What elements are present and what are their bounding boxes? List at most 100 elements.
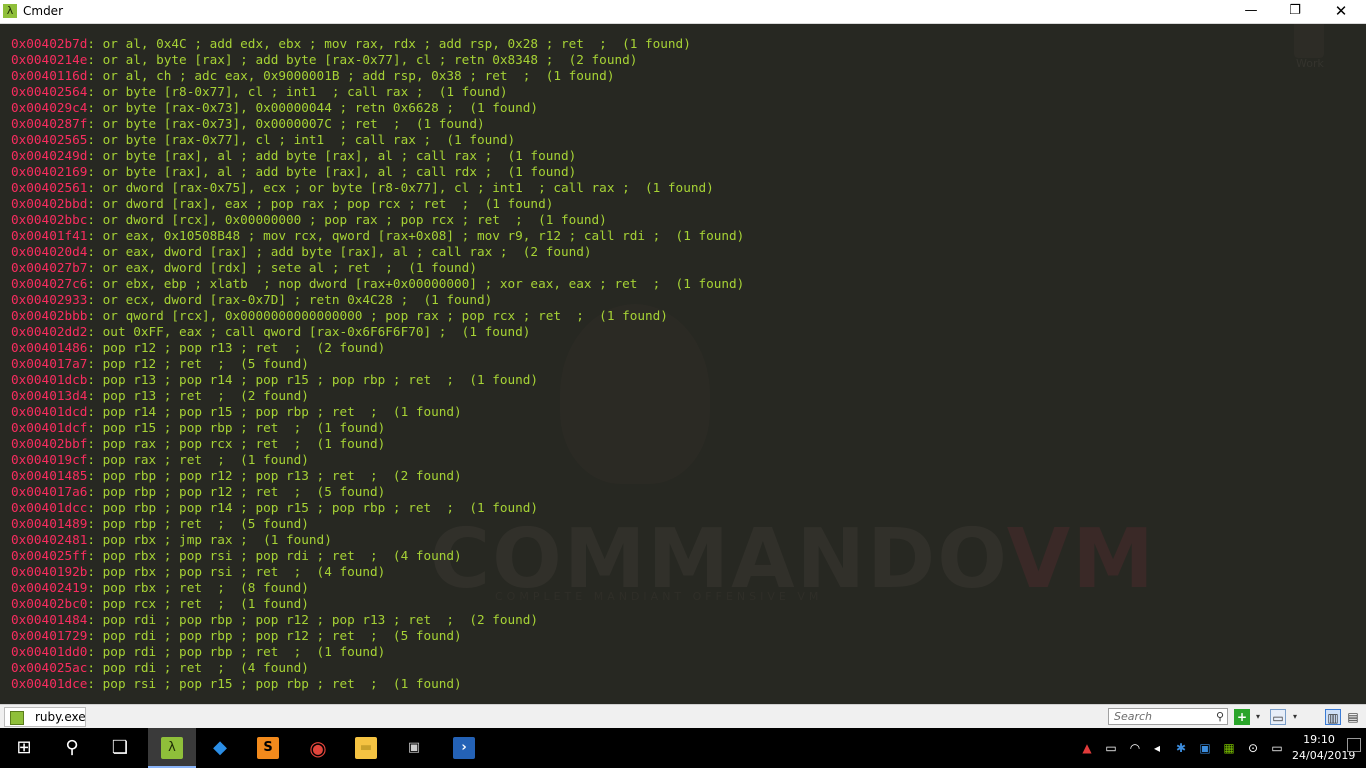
address-separator: :: [87, 484, 103, 499]
tray-app-icon[interactable]: ▣: [1194, 728, 1216, 768]
gadget-instructions: pop r13 ; ret ; (2 found): [102, 388, 309, 403]
gadget-address: 0x0040116d: [11, 68, 88, 83]
gadget-instructions: pop rdi ; pop rbp ; pop r12 ; pop r13 ; …: [102, 612, 539, 627]
gadget-address: 0x00402481: [11, 532, 88, 547]
address-separator: :: [87, 548, 103, 563]
gadget-address: 0x00402565: [11, 132, 88, 147]
search-icon[interactable]: ⚲: [1216, 710, 1224, 723]
address-separator: :: [87, 644, 103, 659]
tabs-dropdown-icon[interactable]: ▾: [1287, 709, 1303, 725]
gadget-address: 0x00401489: [11, 516, 88, 531]
address-separator: :: [87, 324, 103, 339]
address-separator: :: [87, 212, 103, 227]
gadget-instructions: or qword [rcx], 0x0000000000000000 ; pop…: [102, 308, 668, 323]
gadget-address: 0x00402dd2: [11, 324, 88, 339]
taskbar-vscode[interactable]: ◆: [196, 728, 244, 768]
split-horizontal-icon[interactable]: ▤: [1345, 709, 1361, 725]
address-separator: :: [87, 420, 103, 435]
tabs-list-icon[interactable]: ▭: [1270, 709, 1286, 725]
tray-device-icon[interactable]: ▭: [1100, 728, 1122, 768]
taskbar-powershell[interactable]: ›: [440, 728, 488, 768]
minimize-button[interactable]: —: [1228, 0, 1274, 23]
wifi-icon[interactable]: ◠: [1124, 728, 1146, 768]
terminal-line: 0x00401486: pop r12 ; pop r13 ; ret ; (2…: [11, 340, 744, 356]
address-separator: :: [87, 516, 103, 531]
terminal-line: 0x0040287f: or byte [rax-0x73], 0x000000…: [11, 116, 744, 132]
taskbar-sublime[interactable]: S: [244, 728, 292, 768]
gadget-address: 0x00401485: [11, 468, 88, 483]
gadget-address: 0x004017a7: [11, 356, 88, 371]
terminal-line: 0x00402564: or byte [r8-0x77], cl ; int1…: [11, 84, 744, 100]
terminal-line: 0x00402169: or byte [rax], al ; add byte…: [11, 164, 744, 180]
taskbar-chrome[interactable]: ◉: [294, 728, 342, 768]
taskbar-search-button[interactable]: ⚲: [48, 728, 96, 768]
ruby-tab-icon: [10, 711, 24, 725]
terminal-line: 0x004019cf: pop rax ; ret ; (1 found): [11, 452, 744, 468]
gadget-address: 0x00402564: [11, 84, 88, 99]
powershell-icon: ›: [453, 737, 475, 759]
terminal-line: 0x004025ac: pop rdi ; ret ; (4 found): [11, 660, 744, 676]
gadget-instructions: or byte [rax-0x77], cl ; int1 ; call rax…: [102, 132, 516, 147]
terminal-line: 0x00402bbf: pop rax ; pop rcx ; ret ; (1…: [11, 436, 744, 452]
search-icon: ⚲: [65, 737, 79, 758]
terminal-line: 0x004013d4: pop r13 ; ret ; (2 found): [11, 388, 744, 404]
split-vertical-icon[interactable]: ▥: [1325, 709, 1341, 725]
tray-display-icon[interactable]: ▭: [1266, 728, 1288, 768]
terminal-line: 0x00402481: pop rbx ; jmp rax ; (1 found…: [11, 532, 744, 548]
taskbar-console[interactable]: ▣: [390, 728, 438, 768]
maximize-button[interactable]: ❐: [1272, 0, 1318, 23]
sublime-icon: S: [257, 737, 279, 759]
terminal-line: 0x00402bbd: or dword [rax], eax ; pop ra…: [11, 196, 744, 212]
gadget-instructions: pop rdi ; ret ; (4 found): [102, 660, 309, 675]
gadget-instructions: or eax, dword [rax] ; add byte [rax], al…: [102, 244, 592, 259]
address-separator: :: [87, 564, 103, 579]
gadget-address: 0x004029c4: [11, 100, 88, 115]
console-icon: ▣: [407, 740, 421, 755]
gadget-address: 0x00402169: [11, 164, 88, 179]
address-separator: :: [87, 164, 103, 179]
address-separator: :: [87, 468, 103, 483]
gadget-instructions: or eax, dword [rdx] ; sete al ; ret ; (1…: [102, 260, 477, 275]
bluetooth-icon[interactable]: ✱: [1170, 728, 1192, 768]
console-tab[interactable]: ruby.exe: [4, 707, 86, 727]
terminal-area[interactable]: COMMANDOVM COMPLETE MANDIANT OFFENSIVE V…: [0, 24, 1366, 704]
tray-network-icon[interactable]: ⊙: [1242, 728, 1264, 768]
gadget-instructions: or al, byte [rax] ; add byte [rax-0x77],…: [102, 52, 638, 67]
gadget-address: 0x0040249d: [11, 148, 88, 163]
address-separator: :: [87, 132, 103, 147]
address-separator: :: [87, 580, 103, 595]
gadget-instructions: out 0xFF, eax ; call qword [rax-0x6F6F6F…: [102, 324, 531, 339]
terminal-line: 0x00402561: or dword [rax-0x75], ecx ; o…: [11, 180, 744, 196]
address-separator: :: [87, 116, 103, 131]
address-separator: :: [87, 196, 103, 211]
gadget-instructions: or ebx, ebp ; xlatb ; nop dword [rax+0x0…: [102, 276, 745, 291]
volume-icon[interactable]: ◂: [1146, 728, 1168, 768]
new-console-button[interactable]: +: [1234, 709, 1250, 725]
taskbar-cmder[interactable]: λ: [148, 728, 196, 768]
terminal-line: 0x004025ff: pop rbx ; pop rsi ; pop rdi …: [11, 548, 744, 564]
start-button[interactable]: ⊞: [0, 728, 48, 768]
notification-icon[interactable]: [1347, 738, 1361, 752]
gadget-instructions: pop rdi ; pop rbp ; pop r12 ; ret ; (5 f…: [102, 628, 462, 643]
gadget-address: 0x00402561: [11, 180, 88, 195]
close-button[interactable]: ✕: [1318, 0, 1364, 23]
terminal-line: 0x004027b7: or eax, dword [rdx] ; sete a…: [11, 260, 744, 276]
gadget-address: 0x004019cf: [11, 452, 88, 467]
clock[interactable]: 19:10 24/04/2019: [1292, 732, 1355, 764]
terminal-line: 0x00402bc0: pop rcx ; ret ; (1 found): [11, 596, 744, 612]
nvidia-icon[interactable]: ▦: [1218, 728, 1240, 768]
gadget-address: 0x004025ff: [11, 548, 88, 563]
gadget-instructions: or byte [rax-0x73], 0x0000007C ; ret ; (…: [102, 116, 485, 131]
console-tab-label: ruby.exe: [35, 710, 86, 724]
address-separator: :: [87, 100, 103, 115]
new-console-dropdown-icon[interactable]: ▾: [1250, 709, 1266, 725]
taskbar-file-explorer[interactable]: ▬: [342, 728, 390, 768]
tray-alert-icon[interactable]: ▲: [1076, 728, 1098, 768]
address-separator: :: [87, 292, 103, 307]
search-input[interactable]: Search ⚲: [1108, 708, 1228, 725]
gadget-address: 0x00401dce: [11, 676, 88, 691]
gadget-address: 0x004017a6: [11, 484, 88, 499]
clock-time: 19:10: [1303, 733, 1335, 746]
gadget-instructions: pop rbx ; jmp rax ; (1 found): [102, 532, 332, 547]
task-view-button[interactable]: ❏: [96, 728, 144, 768]
